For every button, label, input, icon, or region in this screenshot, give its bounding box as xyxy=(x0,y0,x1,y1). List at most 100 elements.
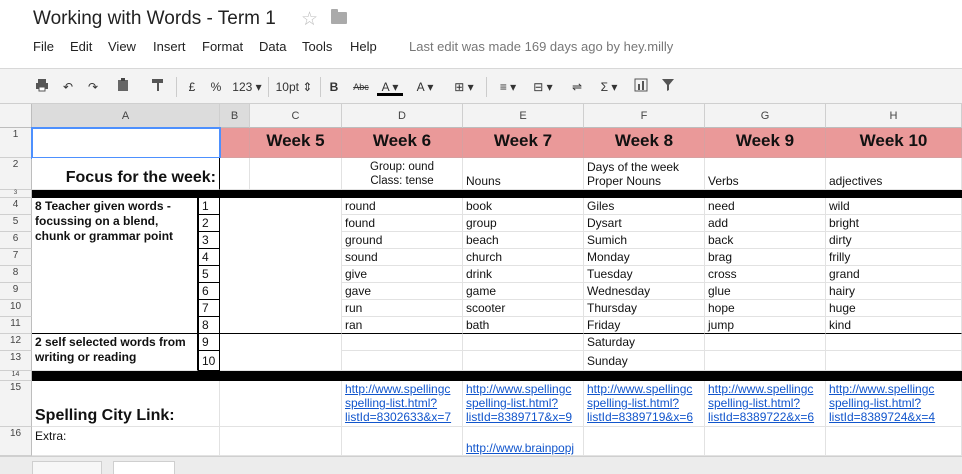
column-header-e[interactable]: E xyxy=(463,104,584,128)
cell-b13[interactable]: 10 xyxy=(198,351,220,371)
cell-e2[interactable]: Nouns xyxy=(463,158,584,190)
cell-a2[interactable]: Focus for the week: xyxy=(32,158,220,190)
column-header-f[interactable]: F xyxy=(584,104,705,128)
row-header-7[interactable]: 7 xyxy=(0,249,32,266)
cell-b2[interactable] xyxy=(220,158,250,190)
cell-a15[interactable]: Spelling City Link: xyxy=(32,381,220,427)
menu-file[interactable]: File xyxy=(33,39,54,54)
column-header-a[interactable]: A xyxy=(32,104,220,128)
sheet-tab-2[interactable] xyxy=(113,461,175,474)
document-title[interactable]: Working with Words - Term 1 xyxy=(33,8,276,30)
cell-a16[interactable]: Extra: xyxy=(32,427,220,456)
cell-d8[interactable]: give xyxy=(342,266,463,283)
merge-cells-icon[interactable]: ⊟ ▾ xyxy=(530,78,556,96)
row-header-9[interactable]: 9 xyxy=(0,283,32,300)
fill-color-button[interactable]: A ▾ xyxy=(412,78,438,96)
brainpop-link[interactable]: http://www.brainpopj xyxy=(466,441,574,455)
bold-button[interactable]: B xyxy=(328,78,340,96)
cell-d7[interactable]: sound xyxy=(342,249,463,266)
column-header-h[interactable]: H xyxy=(826,104,962,128)
cell-d12[interactable] xyxy=(342,334,463,351)
paint-format-icon[interactable] xyxy=(150,78,166,96)
borders-icon[interactable]: ⊞ ▾ xyxy=(450,78,478,96)
row-header-3[interactable]: 3 xyxy=(0,190,32,198)
cell-h4[interactable]: wild xyxy=(826,198,962,215)
cell-b5[interactable]: 2 xyxy=(198,215,220,232)
menu-data[interactable]: Data xyxy=(259,39,286,54)
cell-b9[interactable]: 6 xyxy=(198,283,220,300)
cell-c12[interactable] xyxy=(220,334,342,371)
cell-a12[interactable]: 2 self selected words from writing or re… xyxy=(32,334,198,371)
cell-b1[interactable] xyxy=(220,128,250,158)
grid-corner[interactable] xyxy=(0,104,32,128)
cell-f15[interactable]: http://www.spellingc spelling-list.html?… xyxy=(584,381,705,427)
column-header-b[interactable]: B xyxy=(220,104,250,128)
cell-b6[interactable]: 3 xyxy=(198,232,220,249)
cell-c15[interactable] xyxy=(220,381,342,427)
row-header-10[interactable]: 10 xyxy=(0,300,32,317)
cell-a4[interactable]: 8 Teacher given words - focussing on a b… xyxy=(32,198,198,334)
cell-f13[interactable]: Sunday xyxy=(584,351,705,371)
cell-e15[interactable]: http://www.spellingc spelling-list.html?… xyxy=(463,381,584,427)
cell-h9[interactable]: hairy xyxy=(826,283,962,300)
cell-f4[interactable]: Giles xyxy=(584,198,705,215)
redo-icon[interactable]: ↷ xyxy=(85,78,101,96)
spelling-link-d-line-1[interactable]: http://www.spellingc xyxy=(345,382,459,396)
row-header-16[interactable]: 16 xyxy=(0,427,32,456)
row-header-6[interactable]: 6 xyxy=(0,232,32,249)
align-left-icon[interactable]: ≡ ▾ xyxy=(494,78,522,96)
spelling-link-g-line-3[interactable]: listId=8389722&x=6 xyxy=(708,410,822,424)
cell-d6[interactable]: ground xyxy=(342,232,463,249)
spelling-link-e-line-3[interactable]: listId=8389717&x=9 xyxy=(466,410,580,424)
cell-e6[interactable]: beach xyxy=(463,232,584,249)
cell-f11[interactable]: Friday xyxy=(584,317,705,334)
cell-h6[interactable]: dirty xyxy=(826,232,962,249)
spelling-link-h-line-1[interactable]: http://www.spellingc xyxy=(829,382,958,396)
cell-f1[interactable]: Week 8 xyxy=(584,128,705,158)
row-header-12[interactable]: 12 xyxy=(0,334,32,351)
cell-b7[interactable]: 4 xyxy=(198,249,220,266)
row-header-8[interactable]: 8 xyxy=(0,266,32,283)
cell-f2[interactable]: Days of the week Proper Nouns xyxy=(584,158,705,190)
row-header-13[interactable]: 13 xyxy=(0,351,32,371)
insert-chart-icon[interactable] xyxy=(630,78,652,96)
row-header-5[interactable]: 5 xyxy=(0,215,32,232)
menu-insert[interactable]: Insert xyxy=(153,39,186,54)
cell-h11[interactable]: kind xyxy=(826,317,962,334)
cell-d10[interactable]: run xyxy=(342,300,463,317)
row-header-2[interactable]: 2 xyxy=(0,158,32,190)
wrap-text-icon[interactable]: ⇌ xyxy=(566,78,588,96)
cell-h13[interactable] xyxy=(826,351,962,371)
undo-icon[interactable]: ↶ xyxy=(60,78,76,96)
cell-g6[interactable]: back xyxy=(705,232,826,249)
cell-g11[interactable]: jump xyxy=(705,317,826,334)
spelling-link-f-line-1[interactable]: http://www.spellingc xyxy=(587,382,701,396)
spelling-link-h-line-3[interactable]: listId=8389724&x=4 xyxy=(829,410,958,424)
text-color-button[interactable]: A ▾ xyxy=(377,78,403,96)
cell-g5[interactable]: add xyxy=(705,215,826,232)
cell-g8[interactable]: cross xyxy=(705,266,826,283)
cell-c4[interactable] xyxy=(220,198,342,334)
filter-icon[interactable] xyxy=(660,78,676,96)
strikethrough-button[interactable]: Abc xyxy=(350,78,372,96)
spelling-link-g-line-1[interactable]: http://www.spellingc xyxy=(708,382,822,396)
spelling-link-f-line-2[interactable]: spelling-list.html? xyxy=(587,396,701,410)
cell-h1[interactable]: Week 10 xyxy=(826,128,962,158)
cell-d5[interactable]: found xyxy=(342,215,463,232)
cell-e4[interactable]: book xyxy=(463,198,584,215)
cell-g1[interactable]: Week 9 xyxy=(705,128,826,158)
row-header-15[interactable]: 15 xyxy=(0,381,32,427)
cell-f10[interactable]: Thursday xyxy=(584,300,705,317)
cell-d15[interactable]: http://www.spellingc spelling-list.html?… xyxy=(342,381,463,427)
cell-d9[interactable]: gave xyxy=(342,283,463,300)
cell-h15[interactable]: http://www.spellingc spelling-list.html?… xyxy=(826,381,962,427)
cell-g16[interactable] xyxy=(705,427,826,456)
cell-f16[interactable] xyxy=(584,427,705,456)
spelling-link-h-line-2[interactable]: spelling-list.html? xyxy=(829,396,958,410)
spelling-link-f-line-3[interactable]: listId=8389719&x=6 xyxy=(587,410,701,424)
cell-e1[interactable]: Week 7 xyxy=(463,128,584,158)
cell-g10[interactable]: hope xyxy=(705,300,826,317)
menu-tools[interactable]: Tools xyxy=(302,39,332,54)
cell-c1[interactable]: Week 5 xyxy=(250,128,342,158)
cell-e9[interactable]: game xyxy=(463,283,584,300)
